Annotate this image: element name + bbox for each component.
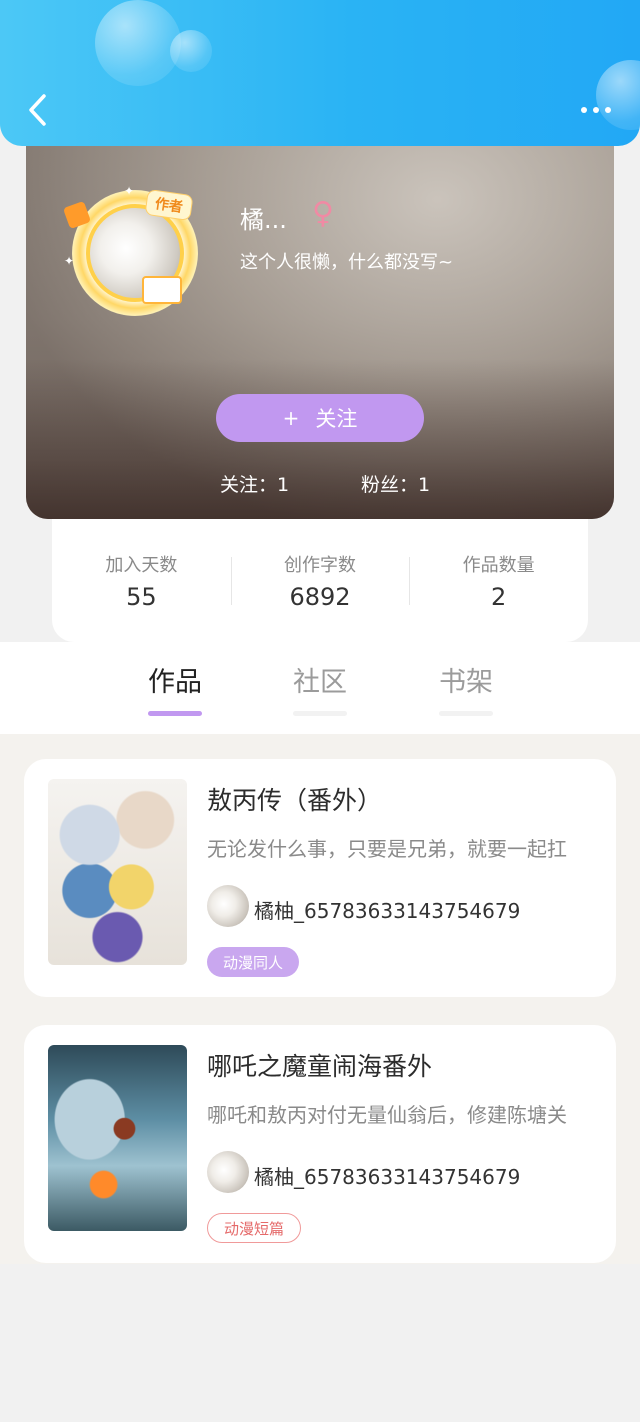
more-horizontal-icon [581,107,587,113]
author-name: 橘柚_65783633143754679 [254,1165,521,1189]
work-card[interactable]: 敖丙传（番外） 无论发什么事，只要是兄弟，就要一起扛 橘柚_6578363314… [24,759,616,997]
tab-community[interactable]: 社区 [270,660,370,716]
stat-label: 作品数量 [462,554,535,576]
work-cover-image [48,1045,187,1231]
tab-bookshelf[interactable]: 书架 [416,660,516,716]
female-icon: ♀ [312,196,334,231]
stat-value: 2 [491,582,507,611]
work-title: 哪吒之魔童闹海番外 [207,1052,433,1081]
tab-bar: 作品 社区 书架 [0,642,640,734]
username: 橘... [240,206,287,234]
decorative-bubble [95,0,181,86]
work-card[interactable]: 哪吒之魔童闹海番外 哪吒和敖丙对付无量仙翁后，修建陈塘关 橘柚_65783633… [24,1025,616,1263]
top-header [0,0,640,146]
stat-value: 55 [126,582,157,611]
tab-indicator [293,711,347,716]
follow-button[interactable]: + 关注 [216,394,424,442]
profile-card: ✦ ✦ 作者 橘... ♀ 这个人很懒，什么都没写~ + 关注 关注：1 粉丝：… [26,120,614,519]
stat-works-count: 作品数量 2 [409,551,588,611]
user-bio: 这个人很懒，什么都没写~ [240,252,454,273]
stat-label: 加入天数 [105,554,178,576]
tab-indicator [148,711,202,716]
sparkle-icon: ✦ [64,254,75,268]
stat-join-days: 加入天数 55 [52,551,231,611]
tab-label: 社区 [293,667,347,698]
stat-word-count: 创作字数 6892 [230,551,410,611]
tab-label: 书架 [439,667,493,698]
sparkle-icon: ✦ [124,184,135,198]
back-button[interactable] [20,90,56,130]
following-count[interactable]: 关注：1 [220,470,289,497]
avatar-frame[interactable]: ✦ ✦ 作者 [62,184,198,316]
tab-works[interactable]: 作品 [125,660,225,716]
author-avatar [207,1151,249,1193]
author-stats: 加入天数 55 创作字数 6892 作品数量 2 [52,519,588,642]
chevron-left-icon [29,94,46,126]
works-list: 敖丙传（番外） 无论发什么事，只要是兄弟，就要一起扛 橘柚_6578363314… [0,734,640,1264]
stat-label: 创作字数 [284,554,356,576]
tab-label: 作品 [148,667,202,698]
author-name: 橘柚_65783633143754679 [254,899,521,923]
work-tag: 动漫同人 [207,947,300,977]
stat-value: 6892 [289,582,351,611]
pencil-icon [62,200,92,230]
follow-button-label: 关注 [315,407,358,431]
more-button[interactable] [576,98,616,122]
author-avatar [207,885,249,927]
book-icon [142,276,182,304]
work-description: 无论发什么事，只要是兄弟，就要一起扛 [207,837,567,861]
work-title: 敖丙传（番外） [207,786,383,815]
plus-icon: + [282,406,300,430]
work-cover-image [48,779,187,965]
followers-count[interactable]: 粉丝：1 [361,470,430,497]
tab-indicator [439,711,493,716]
work-tag: 动漫短篇 [207,1213,302,1243]
work-description: 哪吒和敖丙对付无量仙翁后，修建陈塘关 [207,1103,567,1127]
decorative-bubble [170,30,212,72]
